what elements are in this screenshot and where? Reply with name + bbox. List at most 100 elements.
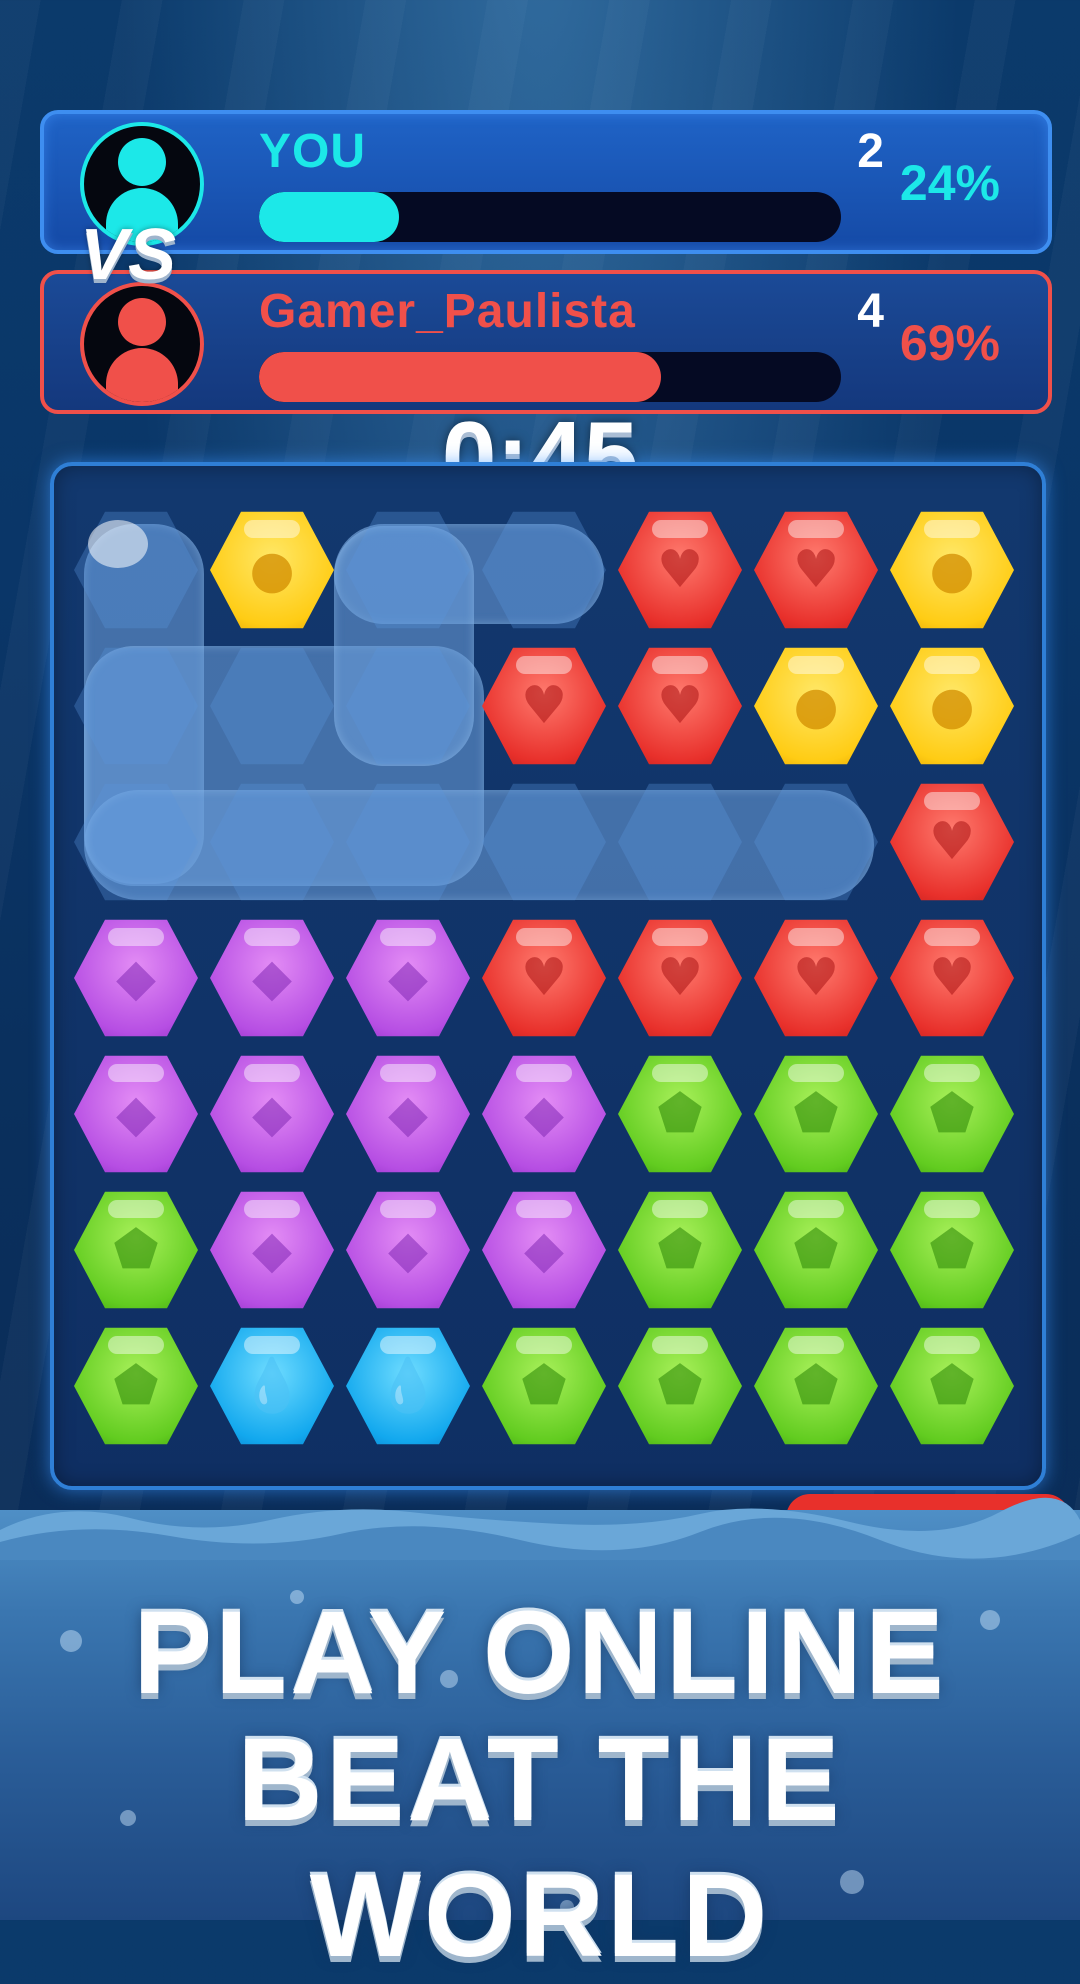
board-cell[interactable]: ♥: [618, 508, 742, 632]
player-panel-you: YOU 2 24%: [40, 110, 1052, 254]
empty-cell: [482, 783, 606, 901]
board-cell[interactable]: ●: [890, 644, 1014, 768]
board-cell[interactable]: ⬟: [754, 1052, 878, 1176]
red-hex-tile[interactable]: ♥: [618, 647, 742, 765]
board-cell[interactable]: ●: [754, 644, 878, 768]
board-cell[interactable]: ⬟: [618, 1324, 742, 1448]
board-cell[interactable]: ◆: [346, 916, 470, 1040]
board-cell[interactable]: ♥: [482, 916, 606, 1040]
board-cell[interactable]: [210, 644, 334, 768]
board-cell[interactable]: ◆: [346, 1052, 470, 1176]
red-hex-tile[interactable]: ♥: [890, 919, 1014, 1037]
board-cell[interactable]: ◆: [74, 1052, 198, 1176]
red-hex-tile[interactable]: ♥: [618, 511, 742, 629]
green-hex-tile[interactable]: ⬟: [754, 1191, 878, 1309]
board-cell[interactable]: ⬟: [754, 1324, 878, 1448]
board-cell[interactable]: ⬟: [74, 1324, 198, 1448]
board-cell[interactable]: [74, 644, 198, 768]
board-cell[interactable]: ⬟: [618, 1188, 742, 1312]
blue-hex-tile[interactable]: 💧: [346, 1327, 470, 1445]
purple-hex-tile[interactable]: ◆: [210, 1055, 334, 1173]
board-cell[interactable]: ♥: [754, 916, 878, 1040]
yellow-hex-tile[interactable]: ●: [210, 511, 334, 629]
board-cell[interactable]: [346, 644, 470, 768]
board-cell[interactable]: ●: [890, 508, 1014, 632]
board-cell[interactable]: ◆: [210, 1052, 334, 1176]
board-cell[interactable]: ♥: [754, 508, 878, 632]
red-hex-tile[interactable]: ♥: [754, 511, 878, 629]
tile-shine: [244, 1336, 300, 1354]
green-hex-tile[interactable]: ⬟: [754, 1327, 878, 1445]
board-cell[interactable]: ◆: [210, 916, 334, 1040]
board-cell[interactable]: ◆: [482, 1188, 606, 1312]
green-hex-tile[interactable]: ⬟: [618, 1191, 742, 1309]
green-hex-tile[interactable]: ⬟: [74, 1191, 198, 1309]
tile-shine: [788, 520, 844, 538]
board-cell[interactable]: [346, 780, 470, 904]
board-cell[interactable]: ♥: [482, 644, 606, 768]
board-cell[interactable]: ♥: [890, 916, 1014, 1040]
green-hex-tile[interactable]: ⬟: [618, 1327, 742, 1445]
purple-hex-tile[interactable]: ◆: [346, 1055, 470, 1173]
green-hex-tile[interactable]: ⬟: [74, 1327, 198, 1445]
tile-shine: [244, 1064, 300, 1082]
green-hex-tile[interactable]: ⬟: [482, 1327, 606, 1445]
board-cell[interactable]: 💧: [210, 1324, 334, 1448]
purple-hex-tile[interactable]: ◆: [74, 919, 198, 1037]
red-hex-tile[interactable]: ♥: [890, 783, 1014, 901]
blue-hex-tile[interactable]: 💧: [210, 1327, 334, 1445]
board-cell[interactable]: ◆: [74, 916, 198, 1040]
purple-hex-tile[interactable]: ◆: [210, 919, 334, 1037]
red-hex-tile[interactable]: ♥: [482, 647, 606, 765]
purple-hex-tile[interactable]: ◆: [482, 1191, 606, 1309]
board-cell[interactable]: 💧: [346, 1324, 470, 1448]
player-name: Gamer_Paulista: [259, 285, 636, 338]
yellow-hex-tile[interactable]: ●: [890, 647, 1014, 765]
green-hex-tile[interactable]: ⬟: [754, 1055, 878, 1173]
green-hex-tile[interactable]: ⬟: [890, 1327, 1014, 1445]
board-cell[interactable]: ●: [210, 508, 334, 632]
board-cell[interactable]: ⬟: [74, 1188, 198, 1312]
red-hex-tile[interactable]: ♥: [754, 919, 878, 1037]
tile-shine: [108, 1064, 164, 1082]
board-cell[interactable]: ⬟: [890, 1188, 1014, 1312]
board-cell[interactable]: ◆: [482, 1052, 606, 1176]
board-cell[interactable]: [618, 780, 742, 904]
board-cell[interactable]: [482, 780, 606, 904]
board-cell[interactable]: ⬟: [754, 1188, 878, 1312]
progress-bar: [259, 352, 841, 402]
tile-shine: [652, 928, 708, 946]
yellow-hex-tile[interactable]: ●: [890, 511, 1014, 629]
purple-hex-tile[interactable]: ◆: [74, 1055, 198, 1173]
board-cell[interactable]: [754, 780, 878, 904]
purple-hex-tile[interactable]: ◆: [482, 1055, 606, 1173]
board-cell[interactable]: ◆: [346, 1188, 470, 1312]
green-hex-tile[interactable]: ⬟: [618, 1055, 742, 1173]
purple-hex-tile[interactable]: ◆: [346, 1191, 470, 1309]
green-hex-tile[interactable]: ⬟: [890, 1191, 1014, 1309]
purple-hex-tile[interactable]: ◆: [346, 919, 470, 1037]
board-cell[interactable]: [74, 780, 198, 904]
board-cell[interactable]: ◆: [210, 1188, 334, 1312]
red-hex-tile[interactable]: ♥: [482, 919, 606, 1037]
purple-hex-tile[interactable]: ◆: [210, 1191, 334, 1309]
board-cell[interactable]: ⬟: [890, 1324, 1014, 1448]
board-cell[interactable]: [210, 780, 334, 904]
board-cell[interactable]: ♥: [618, 644, 742, 768]
board-cell[interactable]: ♥: [890, 780, 1014, 904]
tile-shine: [380, 1064, 436, 1082]
tile-shine: [516, 1336, 572, 1354]
red-hex-tile[interactable]: ♥: [618, 919, 742, 1037]
board-cell[interactable]: ⬟: [890, 1052, 1014, 1176]
board-cell[interactable]: ⬟: [618, 1052, 742, 1176]
green-hex-tile[interactable]: ⬟: [890, 1055, 1014, 1173]
tile-shine: [516, 928, 572, 946]
board-cell[interactable]: [346, 508, 470, 632]
board-cell[interactable]: ⬟: [482, 1324, 606, 1448]
board-cell[interactable]: [482, 508, 606, 632]
tile-shine: [652, 1336, 708, 1354]
yellow-hex-tile[interactable]: ●: [754, 647, 878, 765]
game-board[interactable]: ● ♥ ♥ ● ♥ ♥ ● ● ♥ ◆ ◆ ◆ ♥ ♥ ♥ ♥ ◆ ◆ ◆ ◆ ⬟ ⬟ ⬟ ⬟ ◆ ◆ ◆ ⬟ ⬟ ⬟ ⬟ 💧 💧 ⬟ ⬟ ⬟ ⬟: [50, 462, 1046, 1490]
tile-shine: [380, 1200, 436, 1218]
board-cell[interactable]: ♥: [618, 916, 742, 1040]
